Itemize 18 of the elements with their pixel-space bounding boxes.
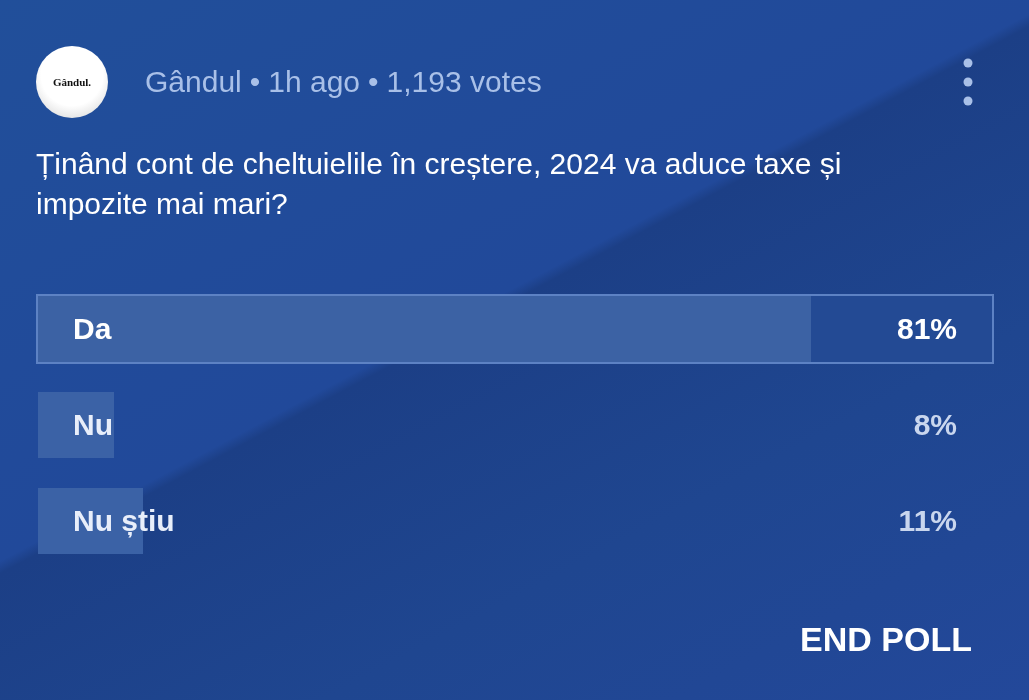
poll-question: Ținând cont de cheltuielile în creștere, 2024 va aduce taxe și impozite mai mari? bbox=[36, 146, 843, 222]
option-percent: 8% bbox=[913, 408, 957, 442]
poll-option[interactable]: Nu știu 11% bbox=[36, 486, 994, 556]
option-label: Nu știu bbox=[73, 504, 175, 538]
option-label: Da bbox=[73, 312, 112, 346]
option-percent: 11% bbox=[898, 504, 957, 538]
vote-count: 1,193 votes bbox=[386, 65, 542, 99]
channel-avatar[interactable]: Gândul. bbox=[36, 46, 108, 118]
option-percent: 81% bbox=[896, 312, 957, 346]
end-poll-button[interactable]: END POLL bbox=[800, 620, 972, 659]
more-options-icon[interactable] bbox=[963, 58, 973, 106]
separator-dot: • bbox=[368, 65, 379, 99]
author-name[interactable]: Gândul bbox=[145, 65, 242, 99]
post-time: 1h ago bbox=[268, 65, 361, 99]
separator-dot: • bbox=[249, 65, 261, 99]
option-label: Nu bbox=[73, 408, 113, 442]
poll-option[interactable]: Nu 8% bbox=[36, 390, 994, 460]
poll-option[interactable]: Da 81% bbox=[36, 294, 994, 364]
